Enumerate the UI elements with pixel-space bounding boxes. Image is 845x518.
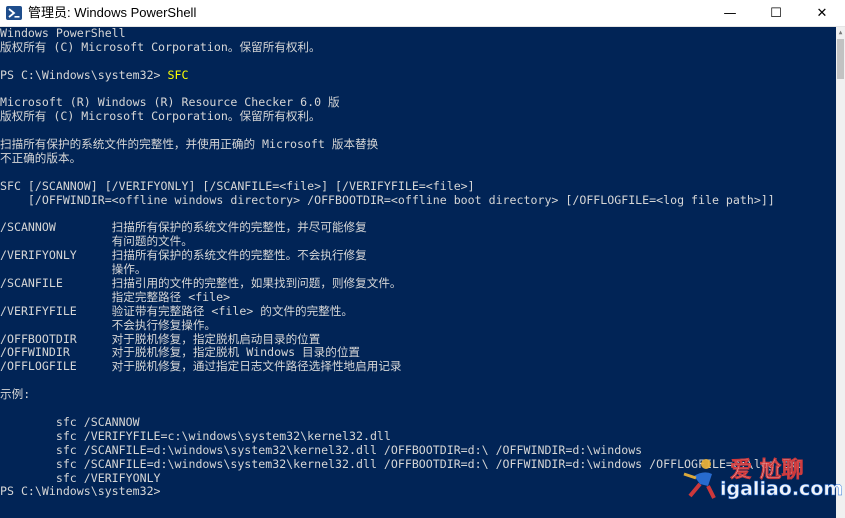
minimize-icon: — — [723, 5, 737, 21]
console-line: /SCANFILE 扫描引用的文件的完整性，如果找到问题，则修复文件。 — [0, 276, 402, 291]
console-line: /VERIFYFILE 验证带有完整路径 <file> 的文件的完整性。 — [0, 303, 354, 318]
prompt-text: PS C:\Windows\system32> — [0, 67, 168, 82]
console-line: 示例: — [0, 387, 31, 402]
console-line: 不会执行修复操作。 — [0, 317, 217, 332]
command-text: SFC — [167, 67, 189, 82]
console-line: /OFFBOOTDIR 对于脱机修复，指定脱机启动目录的位置 — [0, 331, 321, 346]
console-line: 扫描所有保护的系统文件的完整性，并使用正确的 Microsoft 版本替换 — [0, 137, 379, 152]
maximize-icon: ☐ — [770, 5, 782, 21]
close-icon: ✕ — [816, 5, 828, 21]
runner-figure-icon — [683, 459, 716, 499]
console-line: [/OFFWINDIR=<offline windows directory> … — [0, 192, 775, 207]
scroll-up-arrow-icon[interactable]: ▲ — [836, 27, 845, 37]
console-line: 指定完整路径 <file> — [0, 289, 231, 304]
vertical-scrollbar[interactable]: ▲ — [836, 27, 845, 518]
minimize-button[interactable]: — — [707, 0, 753, 26]
console-output[interactable]: Windows PowerShell 版权所有 (C) Microsoft Cor… — [0, 27, 836, 518]
window-title: 管理员: Windows PowerShell — [28, 5, 197, 20]
console-line: 操作。 — [0, 262, 147, 277]
console-line: 不正确的版本。 — [0, 151, 82, 166]
console-line: 有问题的文件。 — [0, 234, 193, 249]
console-line: 版权所有 (C) Microsoft Corporation。保留所有权利。 — [0, 109, 321, 124]
console-line: sfc /SCANNOW — [0, 414, 140, 429]
console-line: /OFFLOGFILE 对于脱机修复，通过指定日志文件路径选择性地启用记录 — [0, 359, 402, 374]
console-line: SFC [/SCANNOW] [/VERIFYONLY] [/SCANFILE=… — [0, 178, 475, 193]
console-line: /SCANNOW 扫描所有保护的系统文件的完整性，并尽可能修复 — [0, 220, 367, 235]
console-line: Microsoft (R) Windows (R) Resource Check… — [0, 95, 340, 110]
powershell-icon — [6, 6, 22, 20]
close-button[interactable]: ✕ — [799, 0, 845, 26]
prompt-text: PS C:\Windows\system32> — [0, 484, 168, 499]
watermark-text-domain: igaliao.com — [720, 478, 844, 501]
scroll-thumb[interactable] — [837, 39, 844, 79]
console-line: sfc /VERIFYFILE=c:\windows\system32\kern… — [0, 428, 391, 443]
prompt-line: PS C:\Windows\system32> SFC — [0, 67, 836, 83]
watermark-logo: 爱 尬聊 igaliao.com — [680, 448, 844, 508]
console-line: Windows PowerShell — [0, 27, 126, 40]
maximize-button[interactable]: ☐ — [753, 0, 799, 26]
console-line: /OFFWINDIR 对于脱机修复，指定脱机 Windows 目录的位置 — [0, 345, 361, 360]
title-bar[interactable]: 管理员: Windows PowerShell — ☐ ✕ — [0, 0, 845, 27]
console-line: 版权所有 (C) Microsoft Corporation。保留所有权利。 — [0, 39, 321, 54]
console-line: /VERIFYONLY 扫描所有保护的系统文件的完整性。不会执行修复 — [0, 248, 367, 263]
